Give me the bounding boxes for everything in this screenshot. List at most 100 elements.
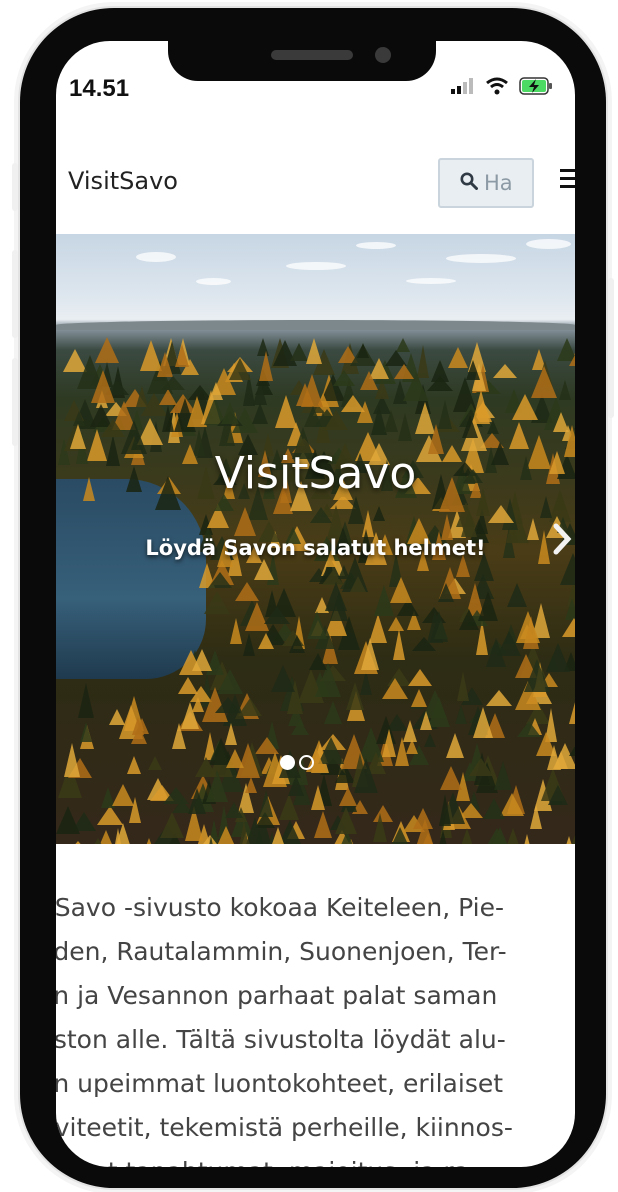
tree-shape — [455, 705, 468, 725]
tree-shape — [229, 357, 252, 380]
tree-shape — [466, 359, 481, 380]
tree-shape — [468, 758, 493, 777]
tree-shape — [427, 376, 454, 392]
tree-shape — [311, 784, 326, 810]
menu-icon[interactable] — [560, 169, 575, 189]
tree-shape — [194, 757, 217, 778]
tree-shape — [238, 820, 251, 844]
tree-shape — [323, 410, 348, 431]
tree-shape — [437, 830, 450, 844]
tree-shape — [356, 343, 369, 359]
search-placeholder: Ha — [484, 171, 513, 195]
tree-shape — [259, 789, 274, 817]
carousel-next-button[interactable] — [550, 522, 575, 556]
status-icons — [451, 77, 553, 99]
intro-line: on ja Vesannon parhaat palat saman — [56, 981, 498, 1010]
tree-shape — [64, 743, 81, 778]
intro-line: vamat tapahtumat, majoitus- ja ra- — [56, 1150, 575, 1167]
tree-shape — [158, 388, 177, 405]
tree-shape — [220, 402, 239, 425]
phone-notch — [168, 30, 436, 81]
tree-shape — [508, 422, 529, 450]
tree-shape — [234, 582, 259, 602]
tree-shape — [251, 402, 268, 424]
tree-shape — [472, 706, 493, 738]
tree-shape — [372, 506, 385, 522]
tree-shape — [324, 582, 347, 612]
tree-shape — [445, 733, 464, 759]
tree-shape — [162, 405, 175, 433]
tree-shape — [147, 756, 162, 771]
tree-shape — [90, 837, 107, 844]
hero-title: VisitSavo — [214, 448, 417, 499]
power-button — [608, 278, 614, 418]
tree-shape — [540, 495, 553, 518]
phone-screen: 14.51 VisitSavo Ha VisitSavo Löydä Savon… — [56, 41, 575, 1167]
volume-up-button — [12, 250, 18, 338]
intro-paragraph: itSavo -sivusto kokoaa Keiteleen, Pie- e… — [56, 886, 575, 1167]
tree-shape — [254, 558, 275, 580]
tree-shape — [558, 379, 571, 400]
tree-shape — [381, 728, 396, 757]
tree-shape — [410, 688, 427, 707]
tree-shape — [192, 648, 212, 671]
tree-shape — [487, 826, 514, 844]
tree-shape — [208, 382, 223, 401]
tree-shape — [130, 726, 147, 745]
tree-shape — [288, 775, 305, 797]
hero-carousel[interactable]: VisitSavo Löydä Savon salatut helmet! — [56, 234, 575, 844]
tree-shape — [394, 363, 415, 379]
tree-shape — [372, 812, 387, 842]
tree-shape — [108, 708, 125, 725]
tree-shape — [78, 682, 95, 718]
tree-shape — [506, 583, 527, 608]
tree-shape — [520, 834, 533, 844]
intro-line: uston alle. Tältä sivustolta löydät alu- — [56, 1025, 506, 1054]
intro-line: eden, Rautalammin, Suonenjoen, Ter- — [56, 937, 507, 966]
tree-shape — [295, 383, 314, 407]
tree-shape — [288, 635, 305, 654]
tree-shape — [529, 804, 542, 830]
navbar-brand-link[interactable]: VisitSavo — [68, 167, 178, 195]
tree-shape — [439, 794, 452, 827]
search-input[interactable]: Ha — [438, 158, 534, 208]
tree-shape — [188, 787, 206, 814]
tree-shape — [224, 723, 237, 746]
tree-shape — [128, 797, 141, 824]
tree-shape — [303, 406, 322, 428]
intro-line: itSavo -sivusto kokoaa Keiteleen, Pie- — [56, 893, 505, 922]
tree-shape — [420, 711, 433, 731]
tree-shape — [323, 701, 342, 725]
tree-shape — [56, 806, 81, 835]
carousel-indicators — [280, 755, 314, 770]
tree-shape — [383, 409, 398, 432]
tree-shape — [530, 366, 557, 399]
tree-shape — [113, 822, 132, 844]
tree-shape — [233, 507, 256, 537]
front-camera — [375, 47, 391, 63]
tree-shape — [225, 802, 244, 819]
tree-shape — [392, 628, 405, 660]
tree-shape — [407, 669, 432, 687]
carousel-dot-1[interactable] — [280, 755, 295, 770]
tree-shape — [382, 678, 409, 700]
tree-shape — [439, 765, 462, 790]
tree-shape — [264, 607, 291, 625]
tree-shape — [91, 369, 116, 403]
tree-shape — [493, 363, 518, 378]
tree-shape — [242, 632, 255, 656]
tree-shape — [160, 811, 185, 838]
tree-shape — [161, 375, 186, 390]
battery-charging-icon — [519, 77, 553, 99]
tree-shape — [307, 610, 328, 639]
tree-shape — [349, 576, 366, 593]
volume-down-button — [12, 358, 18, 446]
tree-shape — [162, 786, 189, 804]
tree-shape — [569, 735, 575, 757]
tree-shape — [314, 811, 333, 839]
carousel-dot-2[interactable] — [299, 755, 314, 770]
speaker-grille — [271, 50, 353, 60]
tree-shape — [270, 827, 285, 844]
tree-shape — [546, 642, 571, 672]
tree-shape — [259, 350, 274, 381]
